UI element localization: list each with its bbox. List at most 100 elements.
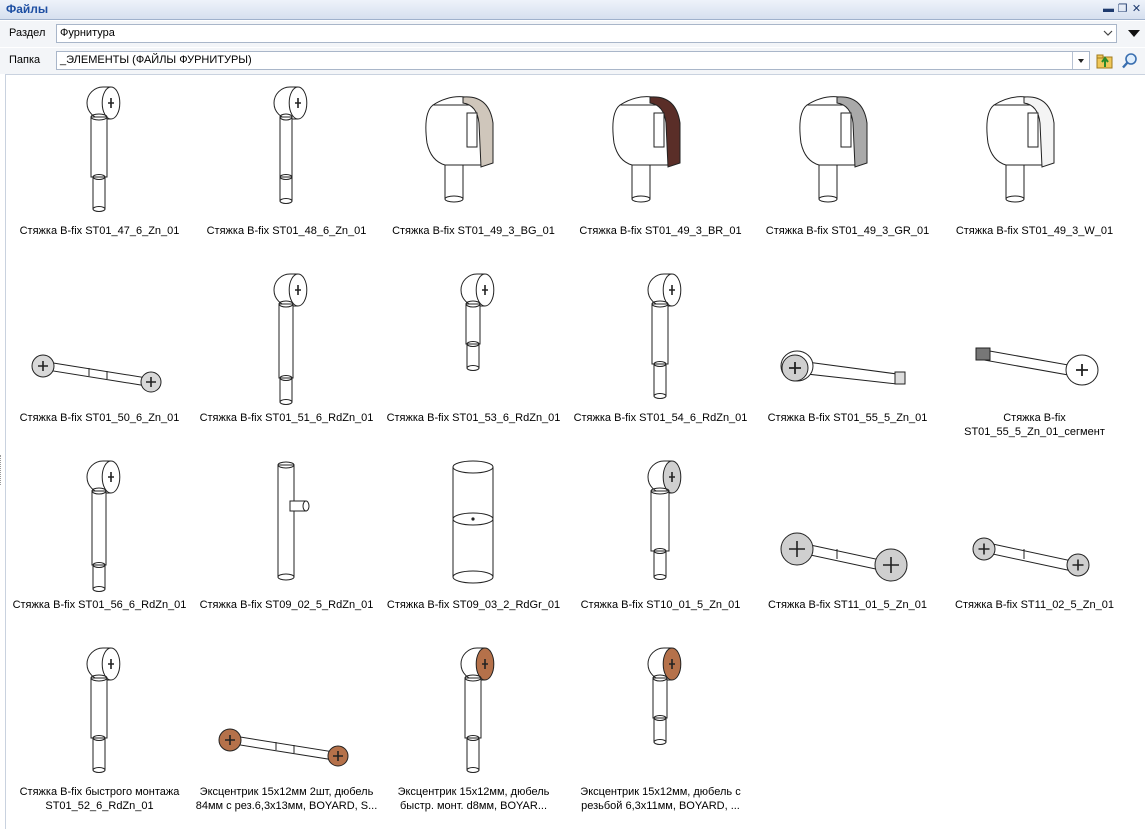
hardware-preview-image [647,460,682,580]
file-caption-line: Стяжка B-fix ST11_02_5_Zn_01 [955,599,1114,611]
file-caption-line: Стяжка B-fix ST01_47_6_Zn_01 [19,225,180,237]
hardware-preview-image [647,273,682,399]
hardware-preview-image [799,96,868,203]
section-value: Фурнитура [60,27,115,39]
folder-label: Папка [9,54,41,66]
file-caption-line: Эксцентрик 15x12мм, дюбель [397,786,550,798]
folder-value: _ЭЛЕМЕНТЫ (ФАЙЛЫ ФУРНИТУРЫ) [60,54,252,66]
file-thumbnail-item[interactable]: Стяжка B-fix ST01_49_3_W_01 [941,75,1128,262]
search-icon[interactable] [1120,51,1140,71]
section-row: Раздел Фурнитура [0,21,1145,47]
hardware-preview-image [86,86,121,212]
file-caption: Стяжка B-fix ST01_47_6_Zn_01 [6,224,193,238]
maximize-button[interactable]: ❐ [1116,2,1129,16]
file-caption: Стяжка B-fix ST01_56_6_RdZn_01 [6,598,193,612]
hardware-preview-image [460,647,495,773]
file-thumbnail-item[interactable]: Стяжка B-fix быстрого монтажа ST01_52_6_R… [6,636,193,823]
file-thumbnail-item[interactable]: Стяжка B-fix ST11_01_5_Zn_01 [754,449,941,636]
file-caption-line: Стяжка B-fix ST01_55_5_Zn_01 [767,412,928,424]
file-caption-line: Стяжка B-fix ST01_49_3_BG_01 [392,225,555,237]
file-caption: Стяжка B-fix ST09_03_2_RdGr_01 [380,598,567,612]
file-thumbnail-item[interactable]: Стяжка B-fix ST01_51_6_RdZn_01 [193,262,380,449]
minimize-button[interactable]: ▬ [1102,2,1115,16]
file-caption-line: Стяжка B-fix ST01_48_6_Zn_01 [206,225,367,237]
file-thumbnail-item[interactable]: Стяжка B-fix ST01_50_6_Zn_01 [6,262,193,449]
file-thumbnail-item[interactable]: Стяжка B-fix ST01_53_6_RdZn_01 [380,262,567,449]
hardware-preview-image [612,96,681,203]
file-caption: Стяжка B-fix ST01_50_6_Zn_01 [6,411,193,425]
file-caption: Эксцентрик 15x12мм, дюбель быстр. монт. d… [380,785,567,813]
hardware-preview-image [986,96,1055,203]
file-thumbnail-item[interactable]: Стяжка B-fix ST11_02_5_Zn_01 [941,449,1128,636]
file-thumbnail-item[interactable]: Эксцентрик 15x12мм 2шт, дюбель 84мм с рез… [193,636,380,823]
chevron-down-icon[interactable] [1072,52,1089,69]
file-caption-line: Стяжка B-fix ST01_53_6_RdZn_01 [386,412,561,424]
file-caption-line: Стяжка B-fix ST09_02_5_RdZn_01 [199,599,374,611]
file-thumbnail-item[interactable]: Стяжка B-fix ST01_55_5_Zn_01_сегмент [941,262,1128,449]
triangle-down-icon[interactable] [1124,23,1144,43]
hardware-preview-image [452,460,494,584]
file-caption: Эксцентрик 15x12мм, дюбель с резьбой 6,3x… [567,785,754,813]
folder-dropdown[interactable]: _ЭЛЕМЕНТЫ (ФАЙЛЫ ФУРНИТУРЫ) [56,51,1090,70]
file-thumbnail-item[interactable]: Стяжка B-fix ST10_01_5_Zn_01 [567,449,754,636]
file-caption-line: ST01_52_6_RdZn_01 [45,800,154,812]
chevron-down-icon[interactable] [1100,25,1116,42]
file-thumbnail-item[interactable]: Стяжка B-fix ST01_56_6_RdZn_01 [6,449,193,636]
file-caption: Стяжка B-fix ST01_51_6_RdZn_01 [193,411,380,425]
file-caption: Стяжка B-fix ST01_54_6_RdZn_01 [567,411,754,425]
file-caption-line: Стяжка B-fix ST01_50_6_Zn_01 [19,412,180,424]
file-thumbnail-item[interactable]: Эксцентрик 15x12мм, дюбель с резьбой 6,3x… [567,636,754,823]
file-caption: Стяжка B-fix ST01_53_6_RdZn_01 [380,411,567,425]
file-caption: Стяжка B-fix ST01_49_3_BG_01 [380,224,567,238]
file-caption: Стяжка B-fix ST11_01_5_Zn_01 [754,598,941,612]
file-caption: Стяжка B-fix быстрого монтажа ST01_52_6_R… [6,785,193,813]
file-caption-line: Стяжка B-fix ST11_01_5_Zn_01 [768,599,927,611]
file-caption: Стяжка B-fix ST11_02_5_Zn_01 [941,598,1128,612]
file-caption-line: Стяжка B-fix ST09_03_2_RdGr_01 [386,599,561,611]
hardware-preview-image [780,350,906,385]
hardware-preview-image [31,354,162,393]
hardware-preview-image [460,273,495,371]
file-thumbnail-item[interactable]: Стяжка B-fix ST01_55_5_Zn_01 [754,262,941,449]
file-caption-line: быстр. монт. d8мм, BOYAR... [400,800,547,812]
file-caption: Стяжка B-fix ST01_49_3_BR_01 [567,224,754,238]
file-thumbnail-item[interactable]: Стяжка B-fix ST01_48_6_Zn_01 [193,75,380,262]
hardware-preview-image [975,347,1099,386]
file-caption: Стяжка B-fix ST01_55_5_Zn_01_сегмент [941,411,1128,439]
window-title: Файлы [6,2,49,16]
file-caption-line: ST01_55_5_Zn_01_сегмент [964,426,1105,438]
folder-up-icon[interactable] [1095,51,1115,71]
hardware-preview-image [277,461,310,581]
file-thumbnail-item[interactable]: Стяжка B-fix ST01_49_3_BR_01 [567,75,754,262]
file-caption: Стяжка B-fix ST01_49_3_GR_01 [754,224,941,238]
file-caption-line: Стяжка B-fix ST01_51_6_RdZn_01 [199,412,374,424]
file-thumbnail-item[interactable]: Стяжка B-fix ST01_49_3_BG_01 [380,75,567,262]
hardware-preview-image [86,647,121,773]
file-caption-line: резьбой 6,3x11мм, BOYARD, ... [581,800,740,812]
file-thumbnail-item[interactable]: Стяжка B-fix ST01_54_6_RdZn_01 [567,262,754,449]
file-caption-line: Стяжка B-fix [1003,412,1066,424]
file-thumbnail-item[interactable]: Эксцентрик 15x12мм, дюбель быстр. монт. d… [380,636,567,823]
hardware-preview-image [273,273,308,405]
file-thumbnail-grid: Стяжка B-fix ST01_47_6_Zn_01 Стяжка B-fi… [5,74,1145,829]
file-thumbnail-item[interactable]: Стяжка B-fix ST01_49_3_GR_01 [754,75,941,262]
file-caption-line: Стяжка B-fix ST01_49_3_BR_01 [579,225,742,237]
file-caption: Стяжка B-fix ST01_48_6_Zn_01 [193,224,380,238]
file-caption-line: Стяжка B-fix ST01_49_3_GR_01 [765,225,930,237]
file-caption-line: Стяжка B-fix быстрого монтажа [19,786,180,798]
close-button[interactable]: ✕ [1130,2,1143,16]
file-caption-line: Стяжка B-fix ST01_49_3_W_01 [955,225,1114,237]
file-caption-line: Стяжка B-fix ST01_56_6_RdZn_01 [12,599,187,611]
file-thumbnail-item[interactable]: Стяжка B-fix ST09_03_2_RdGr_01 [380,449,567,636]
file-caption: Стяжка B-fix ST01_49_3_W_01 [941,224,1128,238]
file-caption-line: Стяжка B-fix ST01_54_6_RdZn_01 [573,412,748,424]
file-thumbnail-item[interactable]: Стяжка B-fix ST01_47_6_Zn_01 [6,75,193,262]
hardware-preview-image [972,537,1090,577]
file-thumbnail-item[interactable]: Стяжка B-fix ST09_02_5_RdZn_01 [193,449,380,636]
hardware-preview-image [780,532,908,582]
file-caption-line: Стяжка B-fix ST10_01_5_Zn_01 [580,599,741,611]
file-caption: Стяжка B-fix ST09_02_5_RdZn_01 [193,598,380,612]
file-caption-line: Эксцентрик 15x12мм, дюбель с [580,786,741,798]
hardware-preview-image [273,86,308,204]
section-dropdown[interactable]: Фурнитура [56,24,1117,43]
